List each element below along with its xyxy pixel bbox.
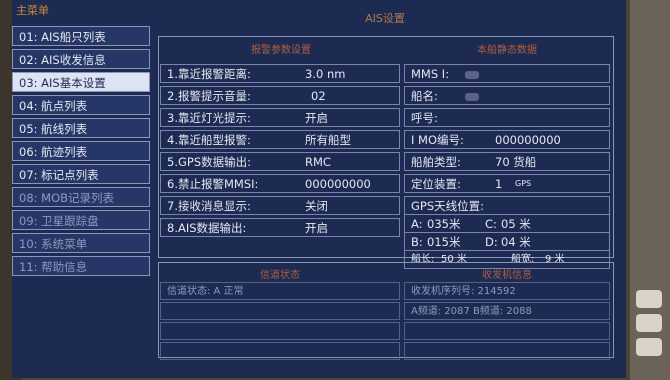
ship-value: 000000000 bbox=[495, 133, 561, 147]
setting-label: 6.禁止报警MMSI: bbox=[167, 177, 259, 191]
ship-label: GPS天线位置: bbox=[411, 199, 485, 213]
menu-item-waypoints[interactable]: 04: 航点列表 bbox=[12, 95, 150, 115]
setting-row-alarm-distance[interactable]: 1.靠近报警距离: 3.0 nm bbox=[160, 64, 400, 83]
ship-label: D: bbox=[485, 235, 498, 249]
ship-value: 1 bbox=[495, 177, 503, 191]
menu-title: 主菜单 bbox=[16, 4, 49, 17]
status-row-empty bbox=[160, 302, 400, 320]
transceiver-channel-row: A频道: 2087 B频道: 2088 bbox=[404, 302, 610, 320]
transceiver-row-empty bbox=[404, 322, 610, 340]
setting-row-ais-output[interactable]: 8.AIS数据输出: 开启 bbox=[160, 218, 400, 237]
ship-label: 船舶类型: bbox=[411, 155, 461, 169]
page-title: AIS设置 bbox=[365, 12, 405, 25]
setting-value: 开启 bbox=[305, 111, 328, 125]
setting-label: 5.GPS数据输出: bbox=[167, 155, 251, 169]
ship-row-bd: B: 015米 D: 04 米 bbox=[404, 232, 610, 251]
ship-value: 04 米 bbox=[501, 235, 531, 249]
menu-item-routes[interactable]: 05: 航线列表 bbox=[12, 118, 150, 138]
setting-label: 7.接收消息显示: bbox=[167, 199, 251, 213]
setting-row-blocked-mmsi[interactable]: 6.禁止报警MMSI: 000000000 bbox=[160, 174, 400, 193]
setting-label: 3.靠近灯光提示: bbox=[167, 111, 251, 125]
setting-label: 4.靠近船型报警: bbox=[167, 133, 251, 147]
setting-value: 02 bbox=[311, 89, 326, 103]
ship-label: I MO编号: bbox=[411, 133, 464, 147]
setting-value: RMC bbox=[305, 155, 331, 169]
setting-label: 1.靠近报警距离: bbox=[167, 67, 251, 81]
redacted-value bbox=[465, 65, 479, 82]
ais-settings-panel: AIS设置 报警参数设置 本船静态数据 1.靠近报警距离: 3.0 nm 2.报… bbox=[154, 4, 616, 376]
menu-item-help[interactable]: 11: 帮助信息 bbox=[12, 256, 150, 276]
ship-row-mmsi: MMS I: bbox=[404, 64, 610, 83]
keypad bbox=[636, 290, 666, 362]
ship-row-callsign: 呼号: bbox=[404, 108, 610, 127]
ship-label: 定位装置: bbox=[411, 177, 461, 191]
setting-value: 所有船型 bbox=[305, 133, 351, 147]
ship-value: 05 米 bbox=[501, 217, 531, 231]
ship-static-header: 本船静态数据 bbox=[477, 45, 537, 56]
status-row-empty bbox=[160, 342, 400, 360]
menu-item-ais-ship-list[interactable]: 01: AIS船只列表 bbox=[12, 26, 150, 46]
setting-value: 000000000 bbox=[305, 177, 371, 191]
setting-value: 关闭 bbox=[305, 199, 328, 213]
setting-row-gps-output[interactable]: 5.GPS数据输出: RMC bbox=[160, 152, 400, 171]
ship-label: C: bbox=[485, 217, 497, 231]
ship-label: MMS I: bbox=[411, 67, 450, 81]
setting-label: 8.AIS数据输出: bbox=[167, 221, 247, 235]
menu-item-system[interactable]: 10: 系统菜单 bbox=[12, 233, 150, 253]
status-row-empty bbox=[160, 322, 400, 340]
setting-row-alarm-shiptype[interactable]: 4.靠近船型报警: 所有船型 bbox=[160, 130, 400, 149]
main-menu: 01: AIS船只列表 02: AIS收发信息 03: AIS基本设置 04: … bbox=[12, 26, 150, 279]
ship-label: A: bbox=[411, 217, 423, 231]
ship-row-locator: 定位装置: 1 GPS bbox=[404, 174, 610, 193]
display-screen: 主菜单 01: AIS船只列表 02: AIS收发信息 03: AIS基本设置 … bbox=[12, 0, 626, 378]
ship-value: 70 货船 bbox=[495, 155, 537, 169]
setting-row-alarm-volume[interactable]: 2.报警提示音量: 02 bbox=[160, 86, 400, 105]
ship-label: 呼号: bbox=[411, 111, 438, 125]
menu-item-ais-settings[interactable]: 03: AIS基本设置 bbox=[12, 72, 150, 92]
menu-item-tracks[interactable]: 06: 航迹列表 bbox=[12, 141, 150, 161]
ship-value: 035米 bbox=[427, 217, 461, 231]
menu-item-marks[interactable]: 07: 标记点列表 bbox=[12, 164, 150, 184]
ship-unit: GPS bbox=[515, 179, 532, 188]
ship-row-type: 船舶类型: 70 货船 bbox=[404, 152, 610, 171]
ship-row-imo: I MO编号: 000000000 bbox=[404, 130, 610, 149]
setting-row-alarm-light[interactable]: 3.靠近灯光提示: 开启 bbox=[160, 108, 400, 127]
setting-value: 3.0 nm bbox=[305, 67, 346, 81]
setting-value: 开启 bbox=[305, 221, 328, 235]
ship-row-gps-position: GPS天线位置: bbox=[404, 196, 610, 215]
ship-label: B: bbox=[411, 235, 423, 249]
setting-row-message-display[interactable]: 7.接收消息显示: 关闭 bbox=[160, 196, 400, 215]
keypad-key[interactable] bbox=[636, 290, 662, 308]
ship-value: 015米 bbox=[427, 235, 461, 249]
ship-row-name: 船名: bbox=[404, 86, 610, 105]
ship-label: 船名: bbox=[411, 89, 438, 103]
channel-status-header: 信道状态 bbox=[260, 270, 300, 281]
menu-item-ais-messages[interactable]: 02: AIS收发信息 bbox=[12, 49, 150, 69]
alarm-settings-header: 报警参数设置 bbox=[251, 45, 311, 56]
menu-item-satellite[interactable]: 09: 卫星跟踪盘 bbox=[12, 210, 150, 230]
keypad-key[interactable] bbox=[636, 338, 662, 356]
transceiver-row-empty bbox=[404, 342, 610, 360]
transceiver-info-header: 收发机信息 bbox=[482, 270, 532, 281]
keypad-key[interactable] bbox=[636, 314, 662, 332]
device-bezel-right bbox=[630, 0, 670, 380]
transceiver-serial-row: 收发机序列号: 214592 bbox=[404, 282, 610, 300]
redacted-value bbox=[465, 87, 479, 104]
ship-row-ac: A: 035米 C: 05 米 bbox=[404, 214, 610, 233]
setting-label: 2.报警提示音量: bbox=[167, 89, 251, 103]
menu-item-mob[interactable]: 08: MOB记录列表 bbox=[12, 187, 150, 207]
channel-status-row: 信道状态: A 正常 bbox=[160, 282, 400, 300]
